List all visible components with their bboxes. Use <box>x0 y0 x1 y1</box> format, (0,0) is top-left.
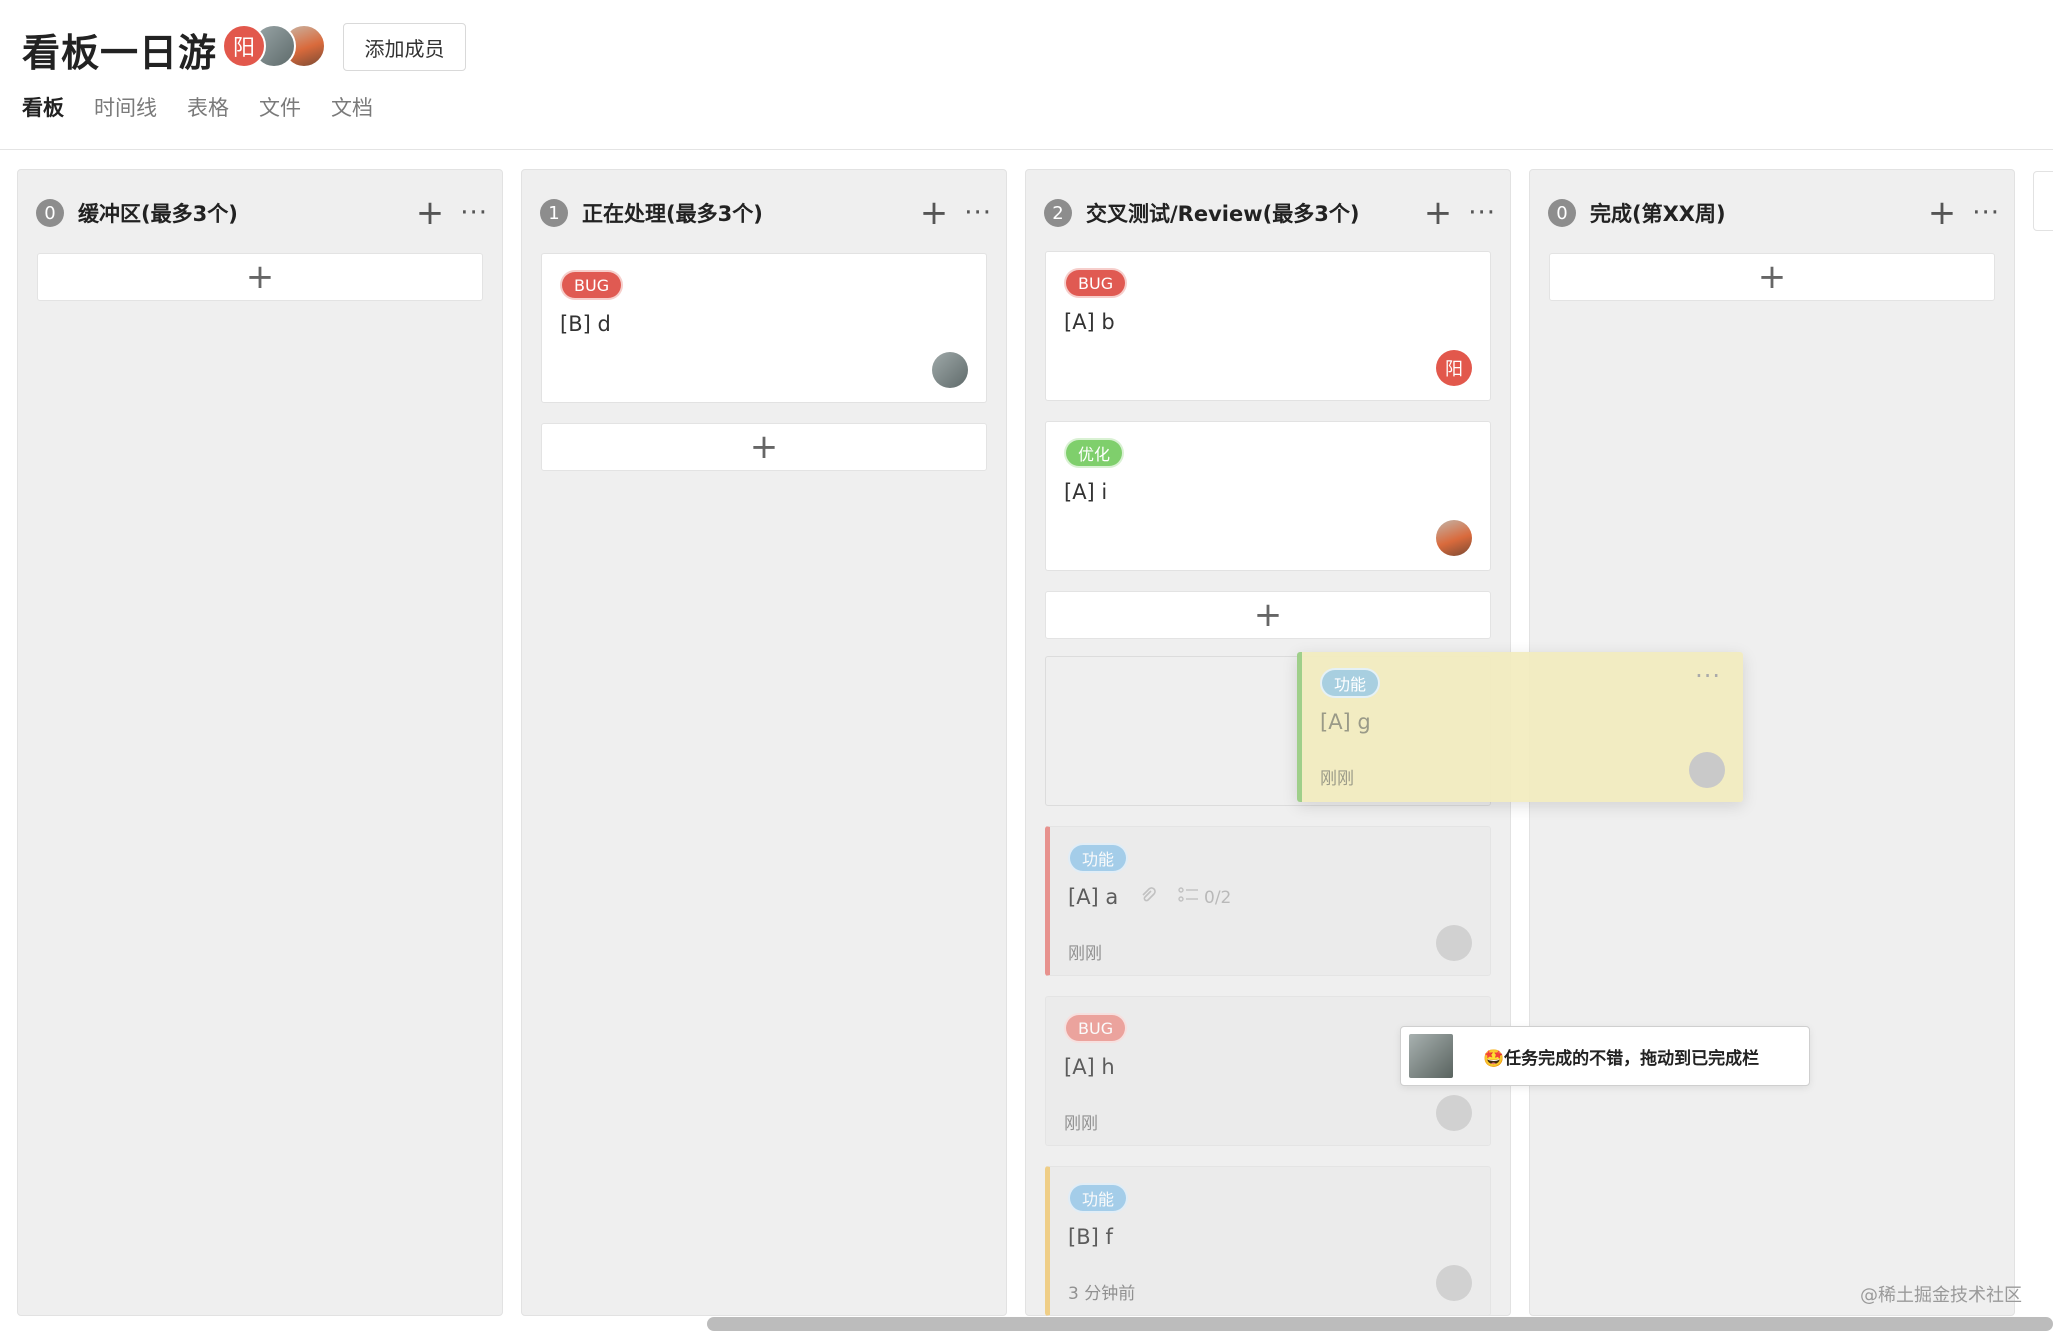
task-card[interactable]: 功能 [A] a 0/2 刚刚 <box>1045 826 1491 976</box>
task-card[interactable]: BUG [B] d <box>541 253 987 403</box>
column-header: 1 正在处理(最多3个) + ··· <box>540 196 992 230</box>
more-icon[interactable]: ··· <box>460 200 488 226</box>
add-card-button[interactable]: + <box>1549 253 1995 301</box>
dragging-card[interactable]: 功能 ··· [A] g 刚刚 <box>1297 652 1743 802</box>
column-header: 0 缓冲区(最多3个) + ··· <box>36 196 488 230</box>
tag-feature: 功能 <box>1068 1183 1129 1213</box>
subtask-icon <box>1178 886 1200 909</box>
more-icon[interactable]: ··· <box>964 200 992 226</box>
subtask-progress: 0/2 <box>1204 887 1232 908</box>
tooltip-avatar-icon <box>1409 1034 1453 1078</box>
card-title: [A] h <box>1064 1055 1115 1079</box>
board-header: 看板一日游 阳 添加成员 看板 时间线 表格 文件 文档 <box>0 0 2053 150</box>
assignee-avatar-icon[interactable] <box>1436 925 1472 961</box>
column-count-badge: 0 <box>1548 199 1576 227</box>
tab-docs[interactable]: 文档 <box>331 92 373 122</box>
next-column-edge <box>2033 171 2053 231</box>
kanban-board: 0 缓冲区(最多3个) + ··· + 1 正在处理(最多3个) + ··· B… <box>0 151 2053 1333</box>
card-time: 刚刚 <box>1064 1114 1098 1134</box>
tab-table[interactable]: 表格 <box>187 92 229 122</box>
add-icon[interactable]: + <box>1424 196 1453 230</box>
tooltip-text: 🤩任务完成的不错，拖动到已完成栏 <box>1483 1048 1760 1069</box>
assignee-avatar-icon[interactable] <box>1436 520 1472 556</box>
tag-feature: 功能 <box>1068 843 1129 873</box>
column-header: 2 交叉测试/Review(最多3个) + ··· <box>1044 196 1496 230</box>
column-count-badge: 2 <box>1044 199 1072 227</box>
add-icon[interactable]: + <box>416 196 445 230</box>
column-buffer: 0 缓冲区(最多3个) + ··· + <box>17 169 503 1316</box>
assignee-avatar-icon[interactable] <box>932 352 968 388</box>
horizontal-scrollbar[interactable] <box>707 1317 2053 1331</box>
member-avatars[interactable]: 阳 <box>222 24 332 70</box>
tag-bug: BUG <box>560 270 624 300</box>
card-time: 3 分钟前 <box>1068 1284 1136 1304</box>
assignee-avatar-icon[interactable] <box>1436 1095 1472 1131</box>
column-title: 交叉测试/Review(最多3个) <box>1086 202 1360 226</box>
attachment-icon <box>1138 885 1158 910</box>
column-title: 缓冲区(最多3个) <box>78 202 238 226</box>
card-meta: 0/2 <box>1138 885 1231 910</box>
card-title: [B] d <box>560 312 611 336</box>
card-title: [B] f <box>1068 1225 1113 1249</box>
more-icon[interactable]: ··· <box>1468 200 1496 226</box>
board-title: 看板一日游 <box>22 31 218 75</box>
tag-feature: 功能 <box>1320 668 1381 698</box>
add-member-button[interactable]: 添加成员 <box>343 23 466 71</box>
card-time: 刚刚 <box>1320 769 1354 789</box>
card-title: [A] g <box>1320 710 1371 734</box>
column-count-badge: 0 <box>36 199 64 227</box>
tab-kanban[interactable]: 看板 <box>22 92 64 122</box>
card-title: [A] a <box>1068 885 1119 909</box>
view-tabs: 看板 时间线 表格 文件 文档 <box>22 92 373 122</box>
column-count-badge: 1 <box>540 199 568 227</box>
assignee-avatar-icon[interactable] <box>1436 1265 1472 1301</box>
watermark: @稀土掘金技术社区 <box>1860 1285 2022 1306</box>
add-icon[interactable]: + <box>1928 196 1957 230</box>
card-title: [A] b <box>1064 310 1115 334</box>
add-icon[interactable]: + <box>920 196 949 230</box>
column-title: 完成(第XX周) <box>1590 202 1726 226</box>
more-icon[interactable]: ··· <box>1972 200 2000 226</box>
add-card-button[interactable]: + <box>37 253 483 301</box>
add-card-button[interactable]: + <box>1045 591 1491 639</box>
more-icon[interactable]: ··· <box>1695 662 1721 690</box>
task-card[interactable]: 功能 [B] f 3 分钟前 <box>1045 1166 1491 1316</box>
task-card[interactable]: 优化 [A] i <box>1045 421 1491 571</box>
drag-hint-tooltip: 🤩任务完成的不错，拖动到已完成栏 <box>1400 1026 1810 1086</box>
assignee-avatar[interactable]: 阳 <box>1436 350 1472 386</box>
task-card[interactable]: BUG [A] b 阳 <box>1045 251 1491 401</box>
card-title: [A] i <box>1064 480 1108 504</box>
column-title: 正在处理(最多3个) <box>582 202 763 226</box>
column-header: 0 完成(第XX周) + ··· <box>1548 196 2000 230</box>
add-card-button[interactable]: + <box>541 423 987 471</box>
member-avatar[interactable]: 阳 <box>222 24 266 68</box>
tab-files[interactable]: 文件 <box>259 92 301 122</box>
tag-optimize: 优化 <box>1064 438 1125 468</box>
assignee-avatar-icon <box>1689 752 1725 788</box>
tag-bug: BUG <box>1064 1013 1128 1043</box>
column-in-progress: 1 正在处理(最多3个) + ··· BUG [B] d + <box>521 169 1007 1316</box>
card-time: 刚刚 <box>1068 944 1102 964</box>
tab-timeline[interactable]: 时间线 <box>94 92 157 122</box>
tag-bug: BUG <box>1064 268 1128 298</box>
